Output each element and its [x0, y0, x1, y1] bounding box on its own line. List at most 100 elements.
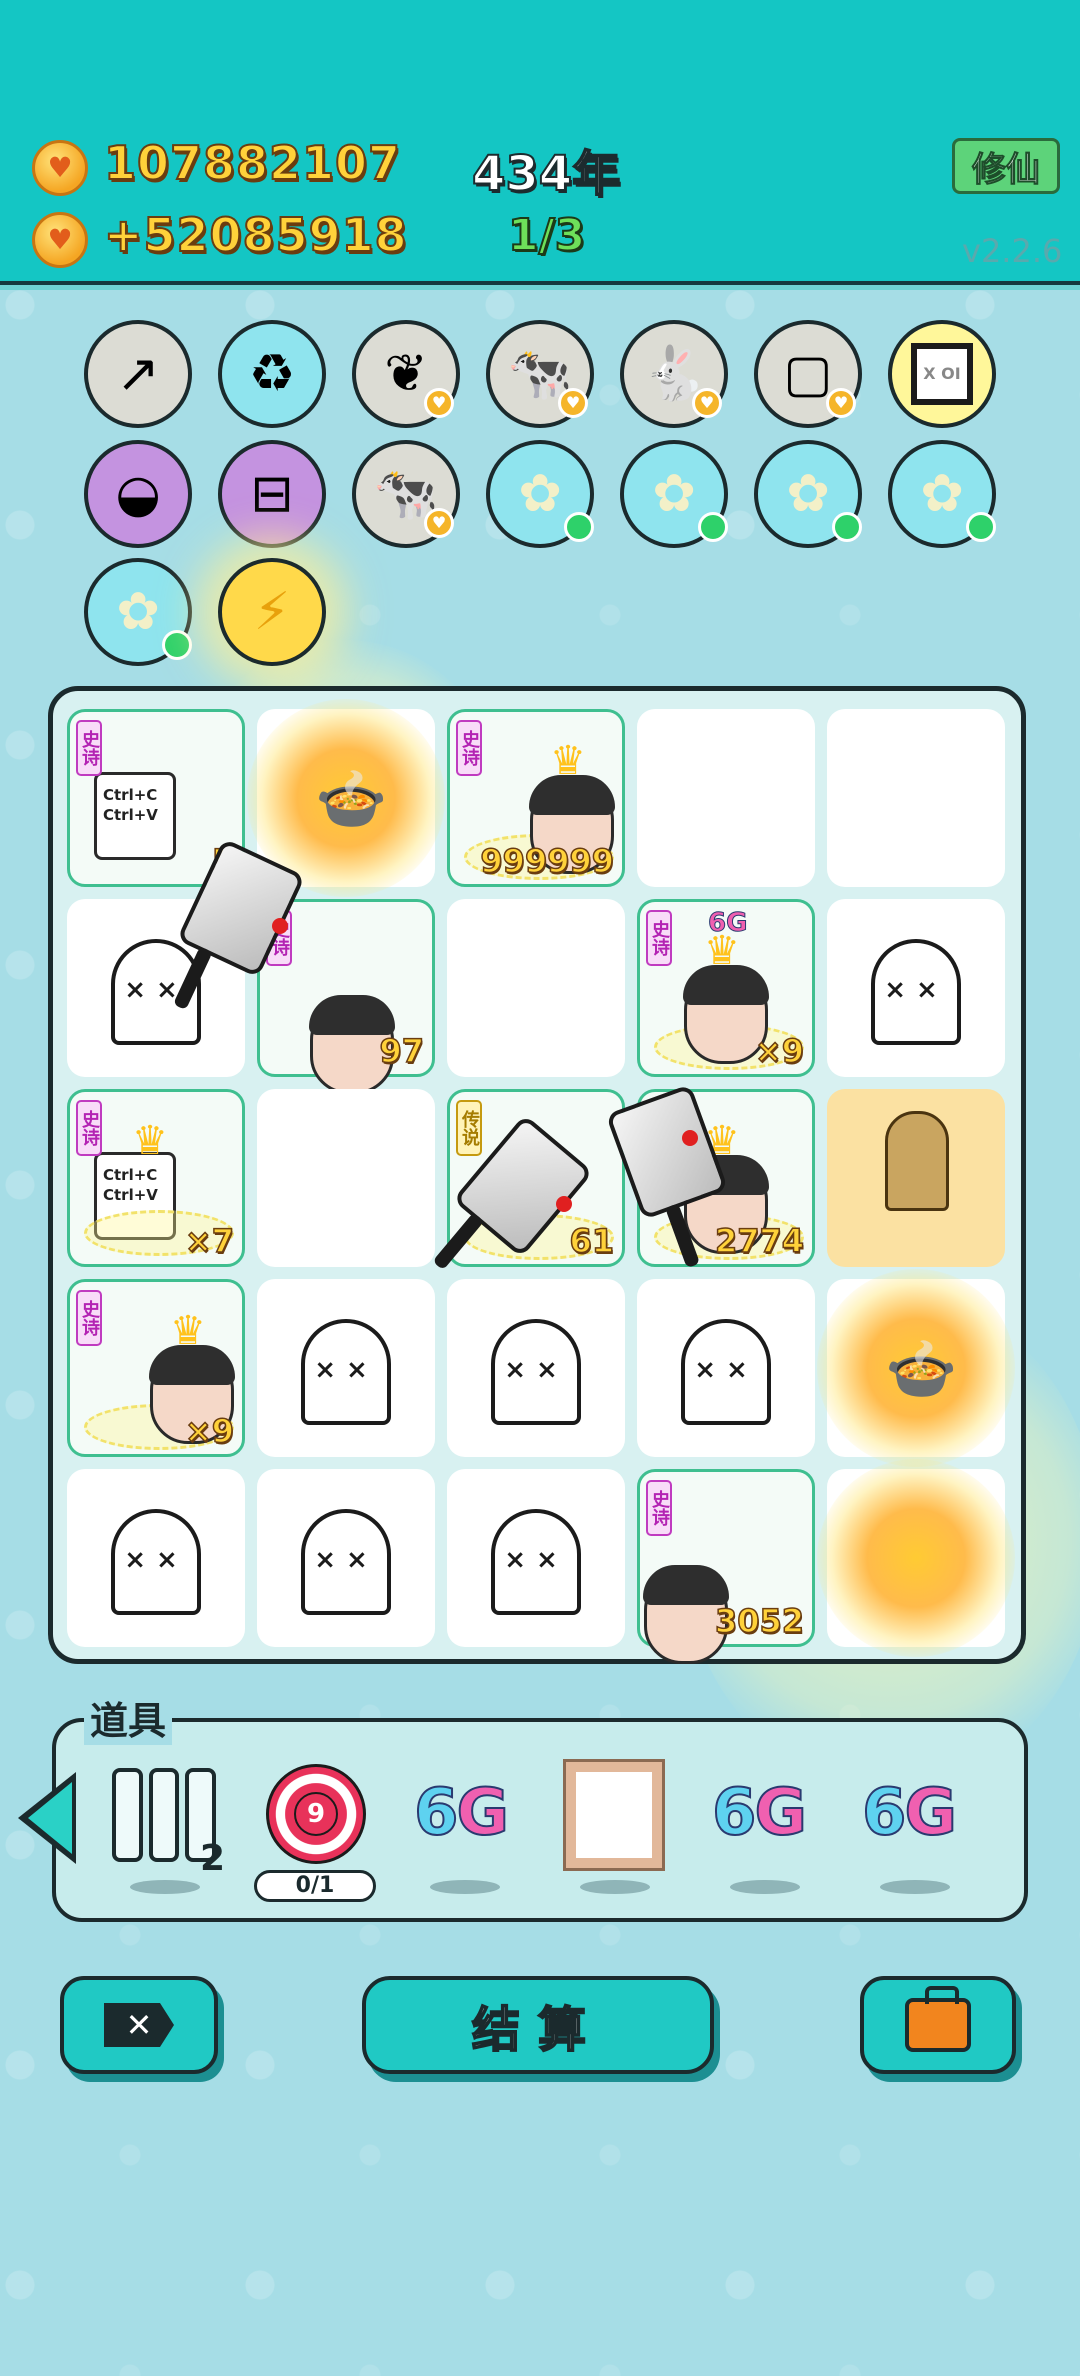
upgrade-badge-icon: ♥	[826, 388, 856, 418]
epic-rarity-tag: 史诗	[646, 1480, 672, 1536]
board-cell-explosion-pot[interactable]: 🍲	[247, 699, 445, 897]
explosion-effect	[817, 1459, 1015, 1657]
spark-dot	[272, 918, 288, 934]
board-cell-empty[interactable]	[447, 899, 625, 1077]
ghost-icon: ××	[871, 939, 961, 1045]
pot-icon: 🍲	[315, 765, 388, 833]
props-prev-arrow-icon[interactable]	[18, 1772, 76, 1864]
ghost-icon: ××	[301, 1509, 391, 1615]
board-cell-ghost[interactable]: ××	[447, 1279, 625, 1457]
flower-pot-icon: ✿	[116, 582, 160, 642]
spark-dot	[682, 1130, 698, 1146]
relic-cow-pair-icon[interactable]: 🐄 ♥	[486, 320, 594, 428]
relic-gravy-boat-icon[interactable]: ◒	[84, 440, 192, 548]
relic-flower-pot-icon[interactable]: ✿	[620, 440, 728, 548]
copy-paste-card-icon: Ctrl+C Ctrl+V	[94, 772, 176, 860]
upgrade-badge-icon: ♥	[558, 388, 588, 418]
relic-arrow-card-icon[interactable]: ↗	[84, 320, 192, 428]
six-g-prop-icon[interactable]: 6G	[413, 1775, 510, 1851]
board-cell-cup[interactable]	[827, 1089, 1005, 1267]
board-cell-empty[interactable]	[257, 1089, 435, 1267]
year-counter: 434年	[471, 145, 621, 203]
epic-rarity-tag: 史诗	[646, 910, 672, 966]
spark-dot	[556, 1196, 572, 1212]
board-cell-ghost[interactable]: ××	[827, 899, 1005, 1077]
recycle-bag-icon: ♻	[248, 344, 296, 404]
board-cell-ghost[interactable]: ××	[257, 1279, 435, 1457]
ready-badge-icon	[966, 512, 996, 542]
relic-sugar-cubes-icon[interactable]: ▢ ♥	[754, 320, 862, 428]
stage-counter: 1/3	[507, 209, 586, 262]
flower-pot-icon: ✿	[920, 464, 964, 524]
crown-icon: ♛	[132, 1118, 168, 1164]
briefcase-icon	[905, 1986, 971, 2052]
epic-rarity-tag: 史诗	[456, 720, 482, 776]
relic-chip-icon[interactable]: X OI	[888, 320, 996, 428]
item-count: 3052	[714, 1601, 805, 1641]
ready-badge-icon	[832, 512, 862, 542]
board-cell-ghost[interactable]: ××	[67, 1469, 245, 1647]
item-count: 97	[379, 1031, 425, 1071]
relic-lightning-icon[interactable]: ⚡	[218, 558, 326, 666]
item-count: ×9	[754, 1031, 805, 1071]
epic-rarity-tag: 史诗	[76, 1100, 102, 1156]
exit-button[interactable]: ✕	[60, 1976, 218, 2074]
board-cell-keycard-crown[interactable]: Ctrl+C Ctrl+V ♛ 史诗 ×7	[67, 1089, 245, 1267]
frame-prop-icon[interactable]	[563, 1759, 665, 1871]
relic-recycle-bag-icon[interactable]: ♻	[218, 320, 326, 428]
coin-income-icon: ♥	[32, 212, 88, 268]
pot-icon: 🍲	[885, 1335, 958, 1403]
settle-button[interactable]: 结算	[362, 1976, 714, 2074]
coin-total: 107882107	[103, 135, 402, 191]
relic-leaf-icon[interactable]: ❦ ♥	[352, 320, 460, 428]
board-cell-ghost[interactable]: ××	[257, 1469, 435, 1647]
upgrade-badge-icon: ♥	[424, 388, 454, 418]
board-cell-king[interactable]: ♛ 史诗 999999	[447, 709, 625, 887]
coin-income: +52085918	[103, 207, 408, 263]
sugar-cubes-icon: ▢	[783, 344, 833, 404]
chip-icon: X OI	[911, 343, 973, 405]
board-cell-king-6g[interactable]: ♛ 6G 史诗 ×9	[637, 899, 815, 1077]
flower-pot-icon: ✿	[518, 464, 562, 524]
upgrade-badge-icon: ♥	[424, 508, 454, 538]
board-cell-face[interactable]: 史诗 3052	[637, 1469, 815, 1664]
board-cell-ghost[interactable]: ××	[637, 1279, 815, 1457]
target-number: 9	[294, 1792, 338, 1836]
relic-jar-icon[interactable]: ⊟	[218, 440, 326, 548]
six-g-label: 6G	[861, 1775, 958, 1851]
board-cell-empty[interactable]	[827, 709, 1005, 887]
relic-flower-pot-icon[interactable]: ✿	[84, 558, 192, 666]
board-cell-explosion[interactable]	[817, 1459, 1015, 1657]
board-cell-king[interactable]: ♛ 史诗 ×9	[67, 1279, 245, 1457]
epic-rarity-tag: 史诗	[76, 720, 102, 776]
arrow-card-icon: ↗	[116, 344, 160, 404]
item-count: 61	[569, 1221, 615, 1261]
cup-icon	[885, 1111, 949, 1211]
item-count: 999999	[480, 841, 615, 881]
board-cell-ghost[interactable]: ××	[447, 1469, 625, 1647]
six-g-label: 6G	[711, 1775, 808, 1851]
six-g-label: 6G	[413, 1775, 510, 1851]
relic-flower-pot-icon[interactable]: ✿	[486, 440, 594, 548]
six-g-label: 6G	[707, 908, 748, 939]
relic-flower-pot-icon[interactable]: ✿	[754, 440, 862, 548]
legend-rarity-tag: 传说	[456, 1100, 482, 1156]
relic-rabbit-icon[interactable]: 🐇 ♥	[620, 320, 728, 428]
jar-icon: ⊟	[250, 464, 294, 524]
relic-cow-pair-icon[interactable]: 🐄 ♥	[352, 440, 460, 548]
six-g-prop-icon[interactable]: 6G	[711, 1775, 808, 1851]
target-prop-icon[interactable]: 9	[266, 1764, 366, 1864]
board-cell-explosion-pot[interactable]: 🍲	[817, 1269, 1015, 1467]
cultivate-button[interactable]: 修仙	[952, 138, 1060, 194]
prop-shadow	[880, 1880, 950, 1894]
relic-flower-pot-icon[interactable]: ✿	[888, 440, 996, 548]
crown-icon: ♛	[170, 1308, 206, 1354]
ghost-icon: ××	[301, 1319, 391, 1425]
board-cell-empty[interactable]	[637, 709, 815, 887]
six-g-prop-icon[interactable]: 6G	[861, 1775, 958, 1851]
target-progress: 0/1	[254, 1870, 376, 1902]
ready-badge-icon	[564, 512, 594, 542]
prop-shadow	[580, 1880, 650, 1894]
flower-pot-icon: ✿	[786, 464, 830, 524]
inventory-button[interactable]	[860, 1976, 1016, 2074]
